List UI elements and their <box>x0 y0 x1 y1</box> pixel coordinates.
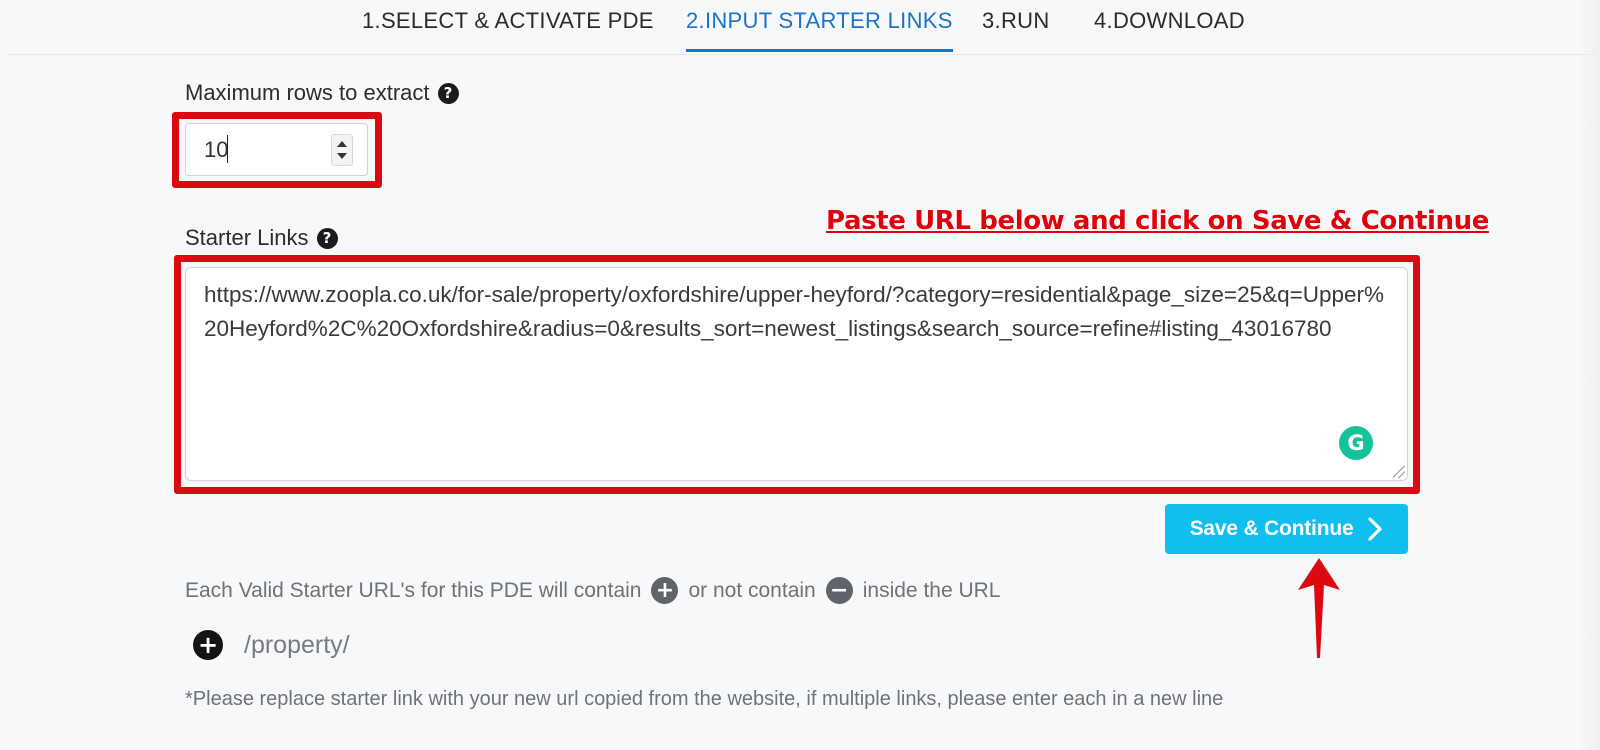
max-rows-value: 10 <box>204 137 229 162</box>
starter-links-label: Starter Links ? <box>185 225 338 251</box>
stepper-down-icon[interactable] <box>337 153 347 159</box>
scrollbar-edge <box>1578 0 1600 750</box>
valid-url-suffix: inside the URL <box>862 578 1001 602</box>
save-continue-label: Save & Continue <box>1189 517 1354 540</box>
tab-select-activate-pde[interactable]: 1.SELECT & ACTIVATE PDE <box>362 8 654 52</box>
instruction-annotation: Paste URL below and click on Save & Cont… <box>826 206 1489 236</box>
plus-circle-icon: + <box>651 577 679 604</box>
max-rows-input[interactable]: 10 <box>185 123 368 176</box>
plus-circle-icon[interactable]: + <box>193 630 223 660</box>
valid-url-info: Each Valid Starter URL's for this PDE wi… <box>185 577 1000 604</box>
minus-circle-icon: − <box>825 577 853 604</box>
valid-url-middle: or not contain <box>688 578 816 602</box>
tab-input-starter-links[interactable]: 2.INPUT STARTER LINKS <box>686 8 953 52</box>
valid-url-prefix: Each Valid Starter URL's for this PDE wi… <box>185 578 642 602</box>
grammarly-icon[interactable]: G <box>1339 426 1373 460</box>
red-arrow-icon <box>1298 558 1340 658</box>
wizard-tabs: 1.SELECT & ACTIVATE PDE 2.INPUT STARTER … <box>8 0 1600 55</box>
question-circle-icon[interactable]: ? <box>437 82 459 104</box>
max-rows-label: Maximum rows to extract ? <box>185 80 459 106</box>
starter-links-textarea[interactable]: https://www.zoopla.co.uk/for-sale/proper… <box>185 267 1408 481</box>
save-continue-button[interactable]: Save & Continue <box>1165 504 1408 554</box>
text-caret <box>227 135 228 163</box>
max-rows-label-text: Maximum rows to extract <box>185 80 430 105</box>
url-rule-pattern: /property/ <box>244 630 350 659</box>
tab-download[interactable]: 4.DOWNLOAD <box>1094 8 1245 52</box>
starter-links-value: https://www.zoopla.co.uk/for-sale/proper… <box>204 282 1385 341</box>
question-circle-icon[interactable]: ? <box>316 227 338 249</box>
number-stepper[interactable] <box>331 134 353 166</box>
resize-handle-icon[interactable] <box>1393 466 1405 478</box>
stepper-up-icon[interactable] <box>337 141 347 147</box>
footnote-text: *Please replace starter link with your n… <box>185 688 1224 710</box>
chevron-right-icon <box>1368 517 1383 541</box>
starter-links-label-text: Starter Links <box>185 225 309 250</box>
tab-run[interactable]: 3.RUN <box>982 8 1050 52</box>
url-rule-item: + /property/ <box>193 630 350 660</box>
